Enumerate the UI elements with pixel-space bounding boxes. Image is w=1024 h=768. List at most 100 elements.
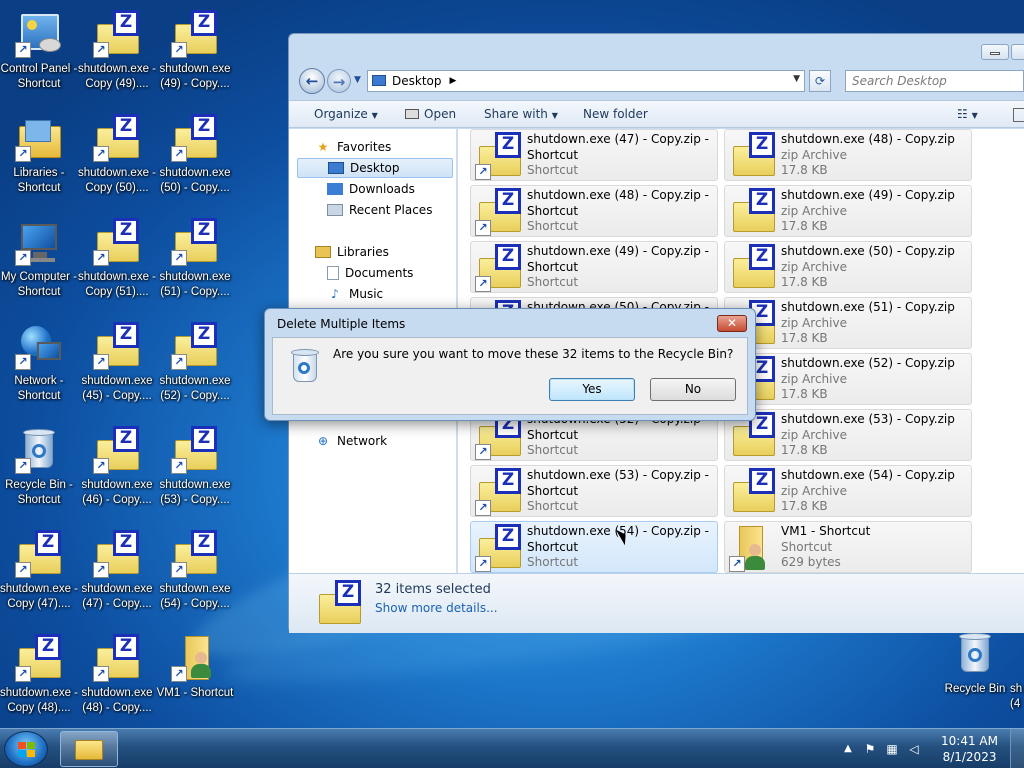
action-center-icon[interactable]: ⚑ [862,742,878,756]
desktop-icon-zip[interactable]: Z ↗ shutdown.exe - Copy (49).... [78,4,156,104]
desktop-icon-zip[interactable]: Z ↗ shutdown.exe (52) - Copy.... [156,316,234,416]
desktop-icon-recycle-bin[interactable]: Recycle Bin [936,624,1014,724]
address-dropdown-icon[interactable]: ▼ [793,74,800,84]
desktop-icon-label: shutdown.exe - Copy (51).... [78,271,156,298]
search-input[interactable]: Search Desktop [845,70,1024,92]
desktop-icon-partial[interactable]: sh (4 [1010,624,1024,724]
clock[interactable]: 10:41 AM 8/1/2023 [941,733,998,765]
network-status-icon[interactable]: ▦ [884,742,900,756]
zip-file-icon: Z↗ [171,10,219,58]
view-options-icon[interactable]: ☷ ▼ [957,107,978,121]
address-text: Desktop [392,74,442,88]
file-tile[interactable]: Z ↗ shutdown.exe (47) - Copy.zip - Shortc… [470,129,718,181]
nav-libraries[interactable]: Libraries [315,242,456,262]
desktop-icon-label: Network - Shortcut [14,375,64,402]
history-dropdown-icon[interactable]: ▼ [354,75,361,85]
desktop-icon-zip[interactable]: Z ↗ shutdown.exe - Copy (47).... [0,524,78,624]
nav-favorites[interactable]: ★ Favorites [315,137,456,157]
desktop-icon-zip[interactable]: Z ↗ shutdown.exe (54) - Copy.... [156,524,234,624]
forward-arrow-icon[interactable]: → [327,69,351,93]
nav-desktop[interactable]: Desktop [297,158,453,178]
file-name: shutdown.exe (48) - Copy.zip - Shortcut S… [527,188,709,233]
breadcrumb-chevron-icon[interactable]: ▶ [450,76,457,86]
file-tile[interactable]: Z shutdown.exe (51) - Copy.zip zip Archiv… [724,297,972,349]
no-button[interactable]: No [650,378,736,401]
file-tile[interactable]: Z ↗ shutdown.exe (49) - Copy.zip - Shortc… [470,241,718,293]
address-bar[interactable]: Desktop ▶ ▼ [367,70,805,92]
desktop-icon-zip[interactable]: Z ↗ shutdown.exe (47) - Copy.... [78,524,156,624]
nav-music[interactable]: ♪ Music [327,284,456,304]
desktop-icon-libraries[interactable]: ↗ Libraries - Shortcut [0,108,78,208]
zip-file-icon [1010,630,1024,678]
new-folder-button[interactable]: New folder [583,107,648,121]
desktop-icon-zip[interactable]: Z ↗ shutdown.exe - Copy (48).... [0,628,78,728]
file-name: shutdown.exe (49) - Copy.zip - Shortcut S… [527,244,709,289]
show-desktop-button[interactable] [1010,729,1024,768]
file-tile[interactable]: Z shutdown.exe (48) - Copy.zip zip Archiv… [724,129,972,181]
file-tile[interactable]: Z shutdown.exe (52) - Copy.zip zip Archiv… [724,353,972,405]
downloads-icon [327,183,343,195]
refresh-icon[interactable]: ⟳ [809,70,831,92]
zip-file-icon: Z [729,468,777,516]
yes-button[interactable]: Yes [549,378,635,401]
desktop-icon-recycle-bin-shortcut[interactable]: ↗ Recycle Bin - Shortcut [0,420,78,520]
file-name: shutdown.exe (49) - Copy.zip zip Archive 1… [781,188,955,233]
desktop-icon-zip[interactable]: Z ↗ shutdown.exe - Copy (51).... [78,212,156,312]
desktop-icon-label: shutdown.exe (52) - Copy.... [159,375,231,402]
file-tile[interactable]: Z ↗ shutdown.exe (48) - Copy.zip - Shortc… [470,185,718,237]
desktop-icon-label: shutdown.exe - Copy (48).... [0,687,78,714]
desktop-icon-network[interactable]: ↗ Network - Shortcut [0,316,78,416]
open-button[interactable]: Open [405,107,456,121]
zip-file-icon: Z↗ [93,426,141,474]
preview-pane-icon[interactable] [1013,108,1024,122]
zip-file-icon: Z↗ [93,114,141,162]
desktop-icon-zip[interactable]: Z ↗ shutdown.exe (49) - Copy.... [156,4,234,104]
minimize-button[interactable] [981,44,1009,60]
nav-recent-places[interactable]: Recent Places [327,200,456,220]
desktop-icon-zip[interactable]: Z ↗ shutdown.exe (53) - Copy.... [156,420,234,520]
file-tile[interactable]: Z ↗ shutdown.exe (53) - Copy.zip - Shortc… [470,465,718,517]
desktop-icon-zip[interactable]: Z ↗ shutdown.exe (51) - Copy.... [156,212,234,312]
shortcut-arrow-icon: ↗ [171,42,187,58]
zip-file-icon: Z↗ [15,634,63,682]
file-tile[interactable]: Z shutdown.exe (53) - Copy.zip zip Archiv… [724,409,972,461]
zip-file-icon: Z [729,132,777,180]
zip-file-icon: Z↗ [475,132,523,180]
network-icon: ⊕ [317,434,329,448]
file-tile-hovered[interactable]: Z ↗ shutdown.exe (54) - Copy.zip - Shortc… [470,521,718,573]
organize-button[interactable]: Organize ▼ [314,107,378,121]
show-hidden-icons-icon[interactable]: ▲ [840,742,856,756]
desktop-icon-control-panel[interactable]: ↗ Control Panel - Shortcut [0,4,78,104]
file-tile[interactable]: Z shutdown.exe (54) - Copy.zip zip Archiv… [724,465,972,517]
desktop-icon-zip[interactable]: Z ↗ shutdown.exe (45) - Copy.... [78,316,156,416]
desktop-icon-my-computer[interactable]: ↗ My Computer - Shortcut [0,212,78,312]
shortcut-arrow-icon: ↗ [475,164,491,180]
desktop-icon-zip[interactable]: Z ↗ shutdown.exe (50) - Copy.... [156,108,234,208]
close-icon[interactable]: ✕ [717,315,747,332]
show-more-details-link[interactable]: Show more details... [375,601,498,615]
desktop-icon-zip[interactable]: Z ↗ shutdown.exe (46) - Copy.... [78,420,156,520]
desktop-icon-label: Libraries - Shortcut [13,167,65,194]
file-tile[interactable]: Z shutdown.exe (49) - Copy.zip zip Archiv… [724,185,972,237]
share-with-button[interactable]: Share with ▼ [484,107,558,121]
file-name: shutdown.exe (50) - Copy.zip zip Archive 1… [781,244,955,289]
nav-documents[interactable]: Documents [327,263,456,283]
volume-muted-icon[interactable]: ◁ [906,742,922,756]
delete-multiple-items-dialog[interactable]: Delete Multiple Items ✕ Are you sure you… [264,308,756,421]
file-tile[interactable]: ↗ VM1 - Shortcut Shortcut 629 bytes [724,521,972,573]
shortcut-arrow-icon: ↗ [15,354,31,370]
start-button[interactable] [4,731,48,767]
maximize-button[interactable] [1011,44,1024,60]
file-tile[interactable]: Z shutdown.exe (50) - Copy.zip zip Archiv… [724,241,972,293]
desktop-icon-zip[interactable]: Z ↗ shutdown.exe (48) - Copy.... [78,628,156,728]
desktop-icon-vm1[interactable]: ↗ VM1 - Shortcut [156,628,234,728]
desktop-icon-zip[interactable]: Z ↗ shutdown.exe - Copy (50).... [78,108,156,208]
nav-downloads[interactable]: Downloads [327,179,456,199]
back-arrow-icon[interactable]: ← [299,68,325,94]
desktop-icon-label: shutdown.exe (50) - Copy.... [159,167,231,194]
clock-time: 10:41 AM [941,734,998,748]
nav-network[interactable]: ⊕ Network [315,431,456,451]
desktop-icon-label: VM1 - Shortcut [156,687,234,699]
taskbar-explorer-button[interactable] [60,731,118,767]
shortcut-arrow-icon: ↗ [93,458,109,474]
